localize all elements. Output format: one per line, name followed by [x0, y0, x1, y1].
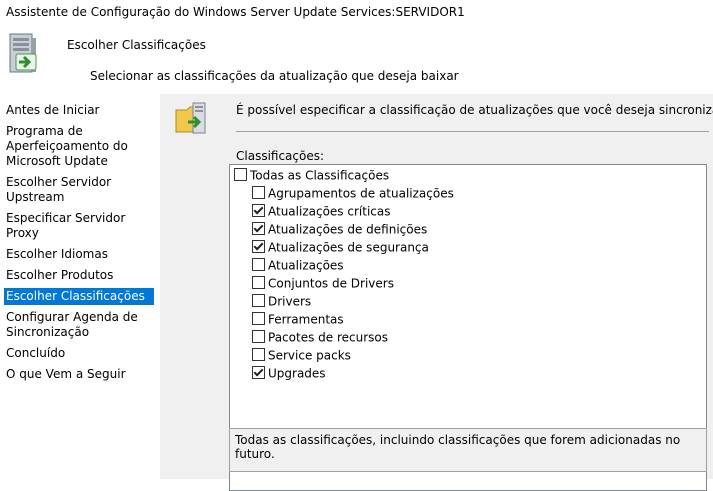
- tree-label: Atualizações críticas: [268, 204, 391, 219]
- checkbox-pacotes-de-recursos[interactable]: [252, 330, 265, 343]
- server-update-icon: [9, 33, 37, 73]
- checkbox-service-packs[interactable]: [252, 348, 265, 361]
- tree-label: Atualizações: [268, 258, 344, 273]
- nav-step-antes-de-iniciar[interactable]: Antes de Iniciar: [4, 102, 154, 119]
- checkbox-conjuntos-de-drivers[interactable]: [252, 276, 265, 289]
- page-subtitle: Selecionar as classificações da atualiza…: [90, 69, 459, 83]
- tree-label: Service packs: [268, 348, 351, 363]
- tree-row[interactable]: Atualizações de definições: [252, 220, 427, 238]
- tree-row[interactable]: Upgrades: [252, 364, 326, 382]
- tree-label: Agrupamentos de atualizações: [268, 186, 454, 201]
- nav-step-servidor-upstream[interactable]: Escolher Servidor Upstream: [4, 174, 154, 206]
- window-title-bar: Assistente de Configuração do Windows Se…: [0, 0, 713, 24]
- tree-label: Todas as Classificações: [250, 168, 390, 183]
- wizard-header: Escolher Classificações Selecionar as cl…: [0, 24, 713, 118]
- tree-label: Pacotes de recursos: [268, 330, 388, 345]
- nav-step-agenda-sincronizacao[interactable]: Configurar Agenda de Sincronização: [4, 309, 154, 341]
- nav-step-o-que-vem-a-seguir[interactable]: O que Vem a Seguir: [4, 366, 154, 383]
- intro-text: É possível especificar a classificação d…: [236, 103, 713, 117]
- checkbox-ferramentas[interactable]: [252, 312, 265, 325]
- description-box: Todas as classificações, incluindo class…: [229, 428, 707, 472]
- tree-label: Atualizações de segurança: [268, 240, 429, 255]
- classifications-label: Classificações:: [236, 149, 325, 163]
- wizard-nav: Antes de Iniciar Programa de Aperfeiçoam…: [0, 94, 160, 479]
- tree-row[interactable]: Atualizações críticas: [252, 202, 390, 220]
- wizard-step-list: Antes de Iniciar Programa de Aperfeiçoam…: [4, 102, 154, 387]
- tree-label: Atualizações de definições: [268, 222, 428, 237]
- checkbox-upgrades[interactable]: [252, 366, 265, 379]
- tree-row[interactable]: Atualizações de segurança: [252, 238, 429, 256]
- window-title: Assistente de Configuração do Windows Se…: [6, 5, 465, 19]
- tree-row[interactable]: Atualizações: [252, 256, 344, 274]
- tree-row[interactable]: Pacotes de recursos: [252, 328, 388, 346]
- content-divider: [236, 131, 709, 132]
- folder-update-icon: [175, 102, 206, 134]
- checkbox-atualizacoes-de-definicoes[interactable]: [252, 222, 265, 235]
- description-text: Todas as classificações, incluindo class…: [235, 433, 681, 461]
- checkbox-atualizacoes-de-seguranca[interactable]: [252, 240, 265, 253]
- checkbox-drivers[interactable]: [252, 294, 265, 307]
- tree-label: Conjuntos de Drivers: [268, 276, 394, 291]
- nav-step-concluido[interactable]: Concluído: [4, 345, 154, 362]
- tree-row[interactable]: Drivers: [252, 292, 311, 310]
- tree-label: Drivers: [268, 294, 312, 309]
- nav-step-classificacoes[interactable]: Escolher Classificações: [4, 288, 154, 305]
- checkbox-atualizacoes-criticas[interactable]: [252, 204, 265, 217]
- tree-row-all-classifications[interactable]: Todas as Classificações: [234, 166, 389, 184]
- nav-step-idiomas[interactable]: Escolher Idiomas: [4, 246, 154, 263]
- nav-step-servidor-proxy[interactable]: Especificar Servidor Proxy: [4, 210, 154, 242]
- tree-row[interactable]: Agrupamentos de atualizações: [252, 184, 454, 202]
- checkbox-all-classifications[interactable]: [234, 168, 247, 181]
- nav-step-produtos[interactable]: Escolher Produtos: [4, 267, 154, 284]
- wizard-content: É possível especificar a classificação d…: [160, 94, 713, 491]
- checkbox-agrupamentos-de-atualizacoes[interactable]: [252, 186, 265, 199]
- tree-label: Ferramentas: [268, 312, 344, 327]
- tree-label: Upgrades: [268, 366, 326, 381]
- tree-row[interactable]: Ferramentas: [252, 310, 344, 328]
- page-title: Escolher Classificações: [67, 38, 206, 52]
- tree-row[interactable]: Service packs: [252, 346, 351, 364]
- checkbox-atualizacoes[interactable]: [252, 258, 265, 271]
- nav-step-programa-aperfeicoamento[interactable]: Programa de Aperfeiçoamento do Microsoft…: [4, 123, 154, 170]
- tree-row[interactable]: Conjuntos de Drivers: [252, 274, 394, 292]
